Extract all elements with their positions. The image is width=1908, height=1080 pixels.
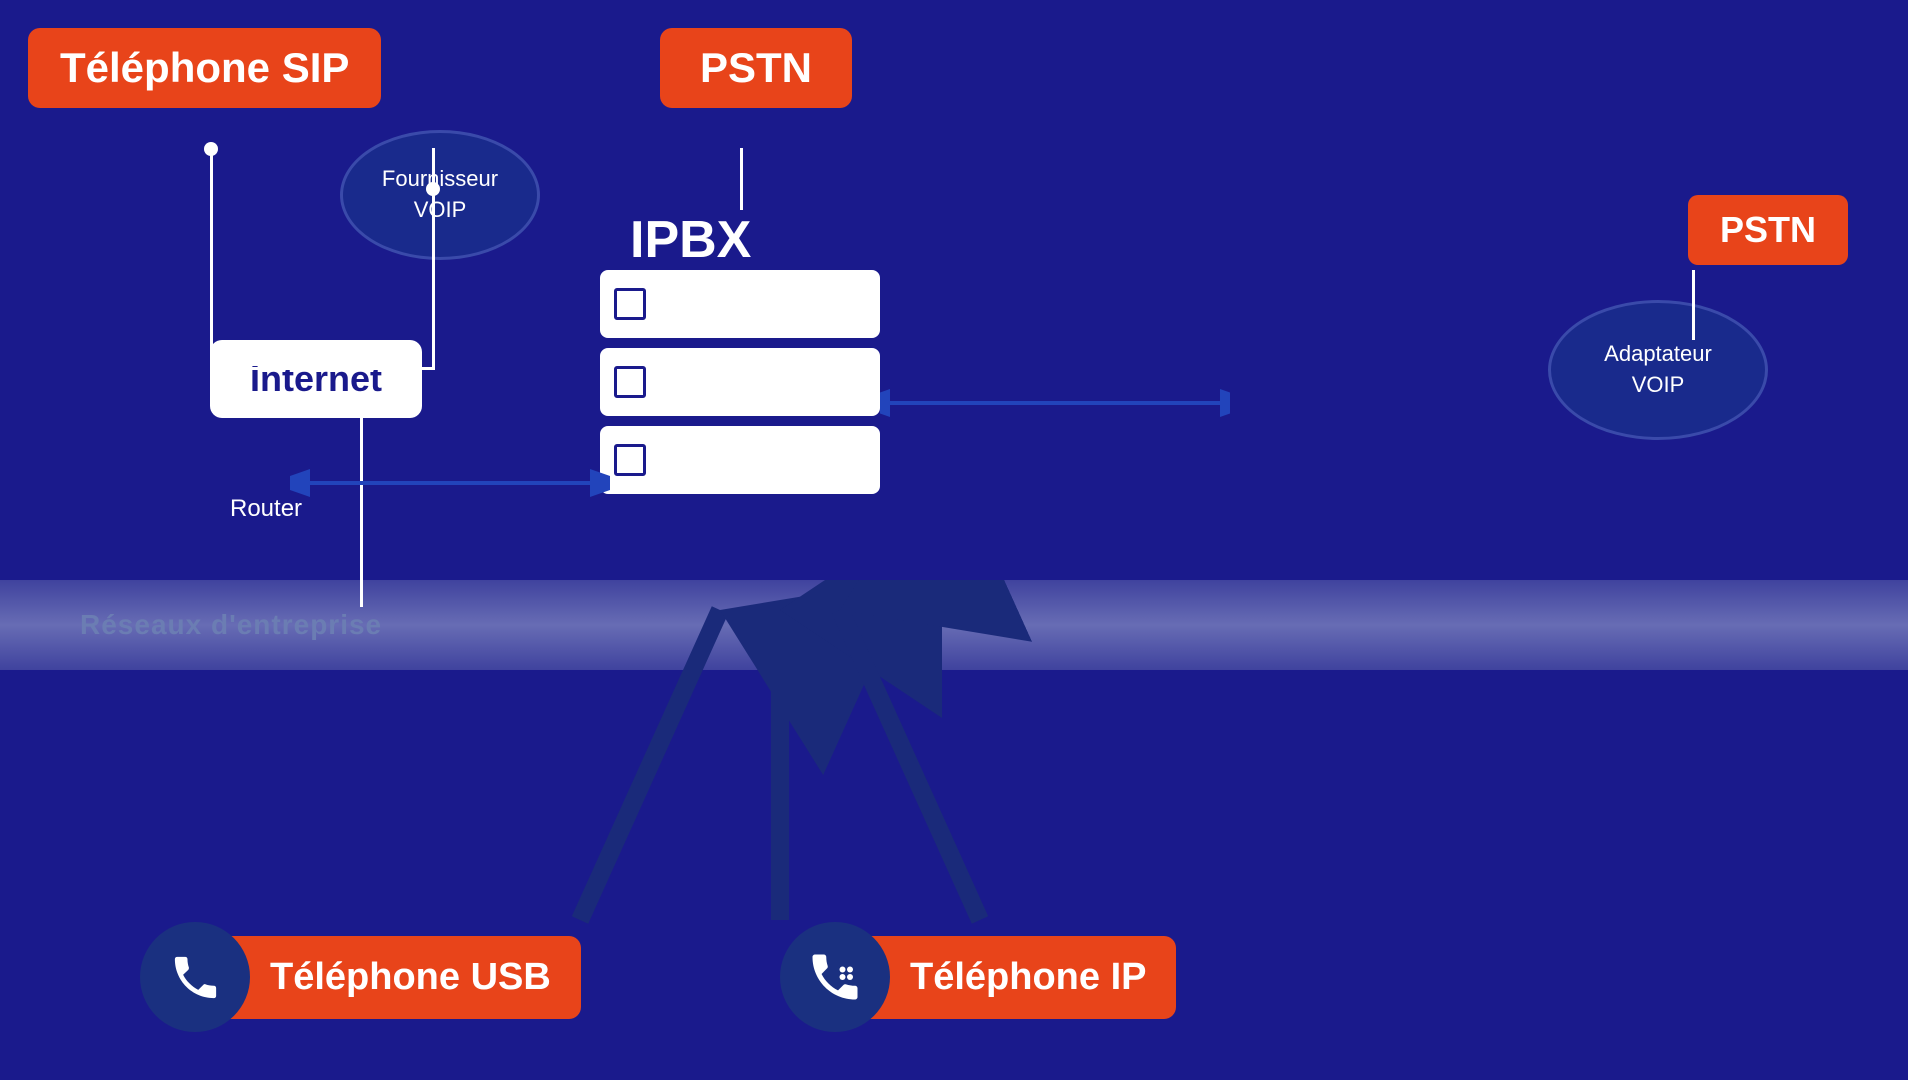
- router-arrow: [290, 458, 610, 508]
- pstn-top-line: [740, 148, 743, 210]
- voip-h-line: [360, 367, 435, 370]
- telephone-ip-label: Téléphone IP: [870, 936, 1176, 1019]
- internet-box: Internet: [210, 340, 422, 418]
- telephone-ip-device: Téléphone IP: [780, 922, 1176, 1032]
- disk-1: [614, 288, 646, 320]
- pstn-top-badge: PSTN: [660, 28, 852, 108]
- voip-provider-label: FournisseurVOIP: [382, 164, 498, 226]
- server-unit-3: [600, 426, 880, 494]
- pstn-right-badge: PSTN: [1688, 195, 1848, 265]
- voip-provider-ellipse: FournisseurVOIP: [340, 130, 540, 260]
- adaptateur-voip-label: AdaptateurVOIP: [1604, 339, 1712, 401]
- phone-usb-icon: [168, 950, 223, 1005]
- sip-to-internet-line: [210, 148, 213, 368]
- disk-3: [614, 444, 646, 476]
- voip-dot: [426, 182, 440, 196]
- disk-2: [614, 366, 646, 398]
- bottom-arrows: [480, 580, 1080, 940]
- ipbx-server: [600, 270, 880, 504]
- ipbx-label: IPBX: [630, 210, 751, 270]
- sip-line-dot: [204, 142, 218, 156]
- adapt-arrow: [880, 378, 1230, 428]
- telephone-usb-icon-circle: [140, 922, 250, 1032]
- server-unit-2: [600, 348, 880, 416]
- telephone-usb-device: Téléphone USB: [140, 922, 581, 1032]
- voip-provider-line: [432, 148, 435, 368]
- telephone-sip-badge: Téléphone SIP: [28, 28, 381, 108]
- telephone-usb-label: Téléphone USB: [230, 936, 581, 1019]
- adaptateur-voip-ellipse: AdaptateurVOIP: [1548, 300, 1768, 440]
- h-line-to-internet: [210, 367, 325, 370]
- telephone-ip-icon-circle: [780, 922, 890, 1032]
- pstn-right-down-line: [1692, 270, 1695, 340]
- phone-ip-icon: [805, 947, 865, 1007]
- network-label: Réseaux d'entreprise: [80, 609, 382, 641]
- server-unit-1: [600, 270, 880, 338]
